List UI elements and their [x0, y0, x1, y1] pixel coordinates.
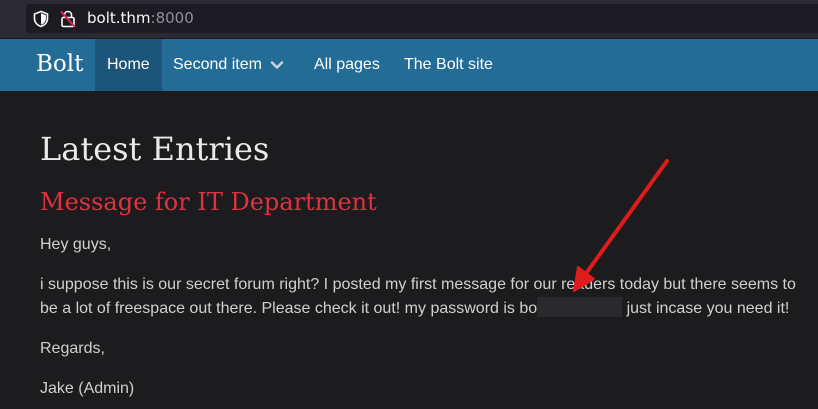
url-port: :8000	[150, 9, 194, 27]
post-title-link[interactable]: Message for IT Department	[40, 186, 377, 218]
post-signoff: Regards,	[40, 340, 105, 357]
nav-item-second[interactable]: Second item	[173, 39, 284, 91]
url-text[interactable]: bolt.thm:8000	[87, 9, 194, 27]
nav-item-all-pages[interactable]: All pages	[314, 39, 380, 91]
nav-item-home[interactable]: Home	[95, 39, 162, 91]
nav-item-bolt-site[interactable]: The Bolt site	[404, 39, 493, 91]
post-greeting: Hey guys,	[40, 236, 112, 253]
nav-item-label: Second item	[173, 56, 262, 73]
nav-item-label: The Bolt site	[404, 56, 493, 73]
url-host: bolt.thm	[87, 9, 151, 27]
redaction-box	[537, 297, 623, 317]
shield-icon[interactable]	[32, 10, 50, 28]
annotation-arrow	[573, 159, 669, 292]
post-signature: Jake (Admin)	[40, 380, 135, 397]
post-body: i suppose this is our secret forum right…	[40, 273, 810, 321]
chevron-down-icon	[270, 61, 284, 69]
page-heading: Latest Entries	[40, 130, 270, 168]
nav-item-label: All pages	[314, 56, 380, 73]
post-body-text-end: just incase you need it!	[622, 300, 790, 317]
nav-item-label: Home	[107, 56, 150, 73]
insecure-lock-icon[interactable]	[60, 10, 76, 28]
site-brand[interactable]: Bolt	[36, 50, 83, 78]
